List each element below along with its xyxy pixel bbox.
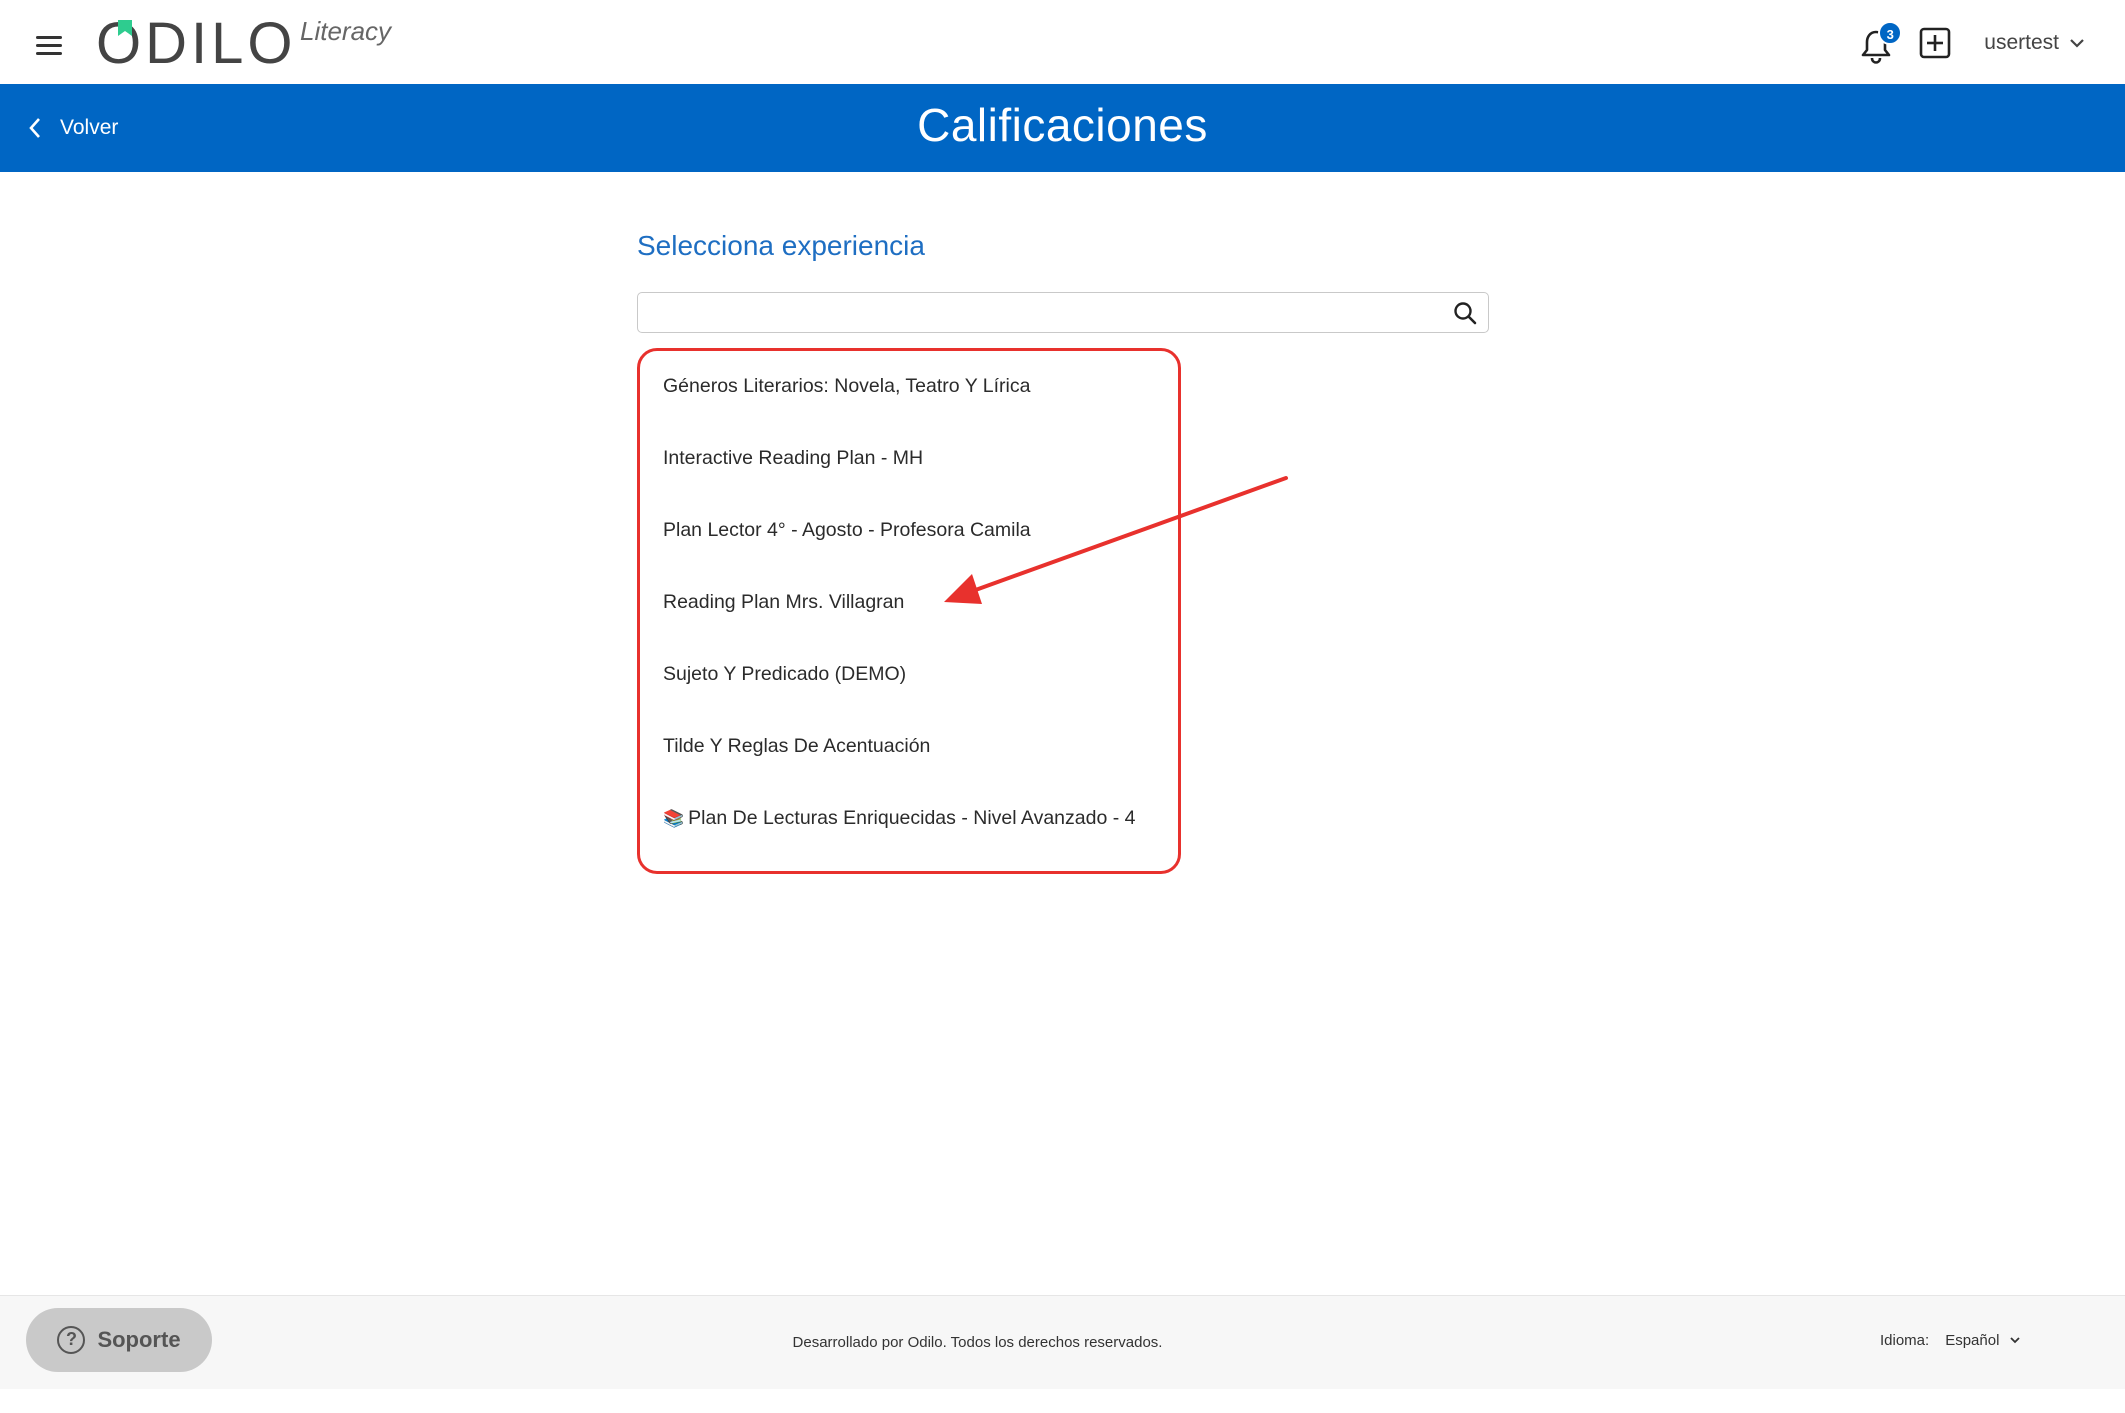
footer: ? Soporte Desarrollado por Odilo. Todos … [0, 1295, 2125, 1389]
chevron-down-icon [2070, 39, 2084, 48]
username-label: usertest [1984, 31, 2059, 54]
header-actions: 3 usertest [1860, 18, 2085, 68]
language-label: Idioma: [1880, 1332, 1930, 1349]
user-menu[interactable]: usertest [1974, 31, 2085, 55]
add-square-icon[interactable] [1918, 26, 1952, 60]
chevron-down-icon [2010, 1337, 2021, 1344]
books-emoji-icon: 📚 [663, 809, 685, 828]
hamburger-menu-icon[interactable] [36, 34, 66, 58]
annotation-arrow-icon [944, 476, 1288, 604]
language-selector: Idioma: Español [1880, 1332, 2021, 1349]
notifications-button[interactable]: 3 [1860, 21, 1903, 64]
experience-item[interactable]: Sujeto Y Predicado (DEMO) [663, 652, 1163, 724]
experience-item[interactable]: 📚 Plan De Lecturas Enriquecidas - Nivel A… [663, 796, 1163, 868]
experience-item[interactable]: Tilde Y Reglas De Acentuación [663, 724, 1163, 796]
language-value: Español [1945, 1332, 2000, 1349]
odilo-logo[interactable]: ODILO Literacy [96, 14, 406, 74]
language-dropdown[interactable]: Español [1945, 1332, 2021, 1349]
section-heading: Selecciona experiencia [637, 230, 925, 261]
copyright-text: Desarrollado por Odilo. Todos los derech… [792, 1334, 1163, 1351]
page-title: Calificaciones [917, 99, 1208, 151]
experience-list: Géneros Literarios: Novela, Teatro Y Lír… [663, 364, 1163, 868]
top-header: ODILO Literacy 3 usertest [0, 0, 2125, 84]
notification-badge: 3 [1878, 21, 1903, 45]
search-input[interactable] [650, 299, 1410, 327]
experience-item[interactable]: Géneros Literarios: Novela, Teatro Y Lír… [663, 364, 1163, 436]
logo-subtitle: Literacy [300, 16, 392, 46]
title-bar: Volver Calificaciones [0, 84, 2125, 172]
search-field[interactable] [637, 292, 1489, 333]
logo-bookmark-icon [118, 20, 132, 36]
experience-item-label: Plan De Lecturas Enriquecidas - Nivel Av… [688, 807, 1136, 829]
search-icon[interactable] [1452, 300, 1478, 326]
